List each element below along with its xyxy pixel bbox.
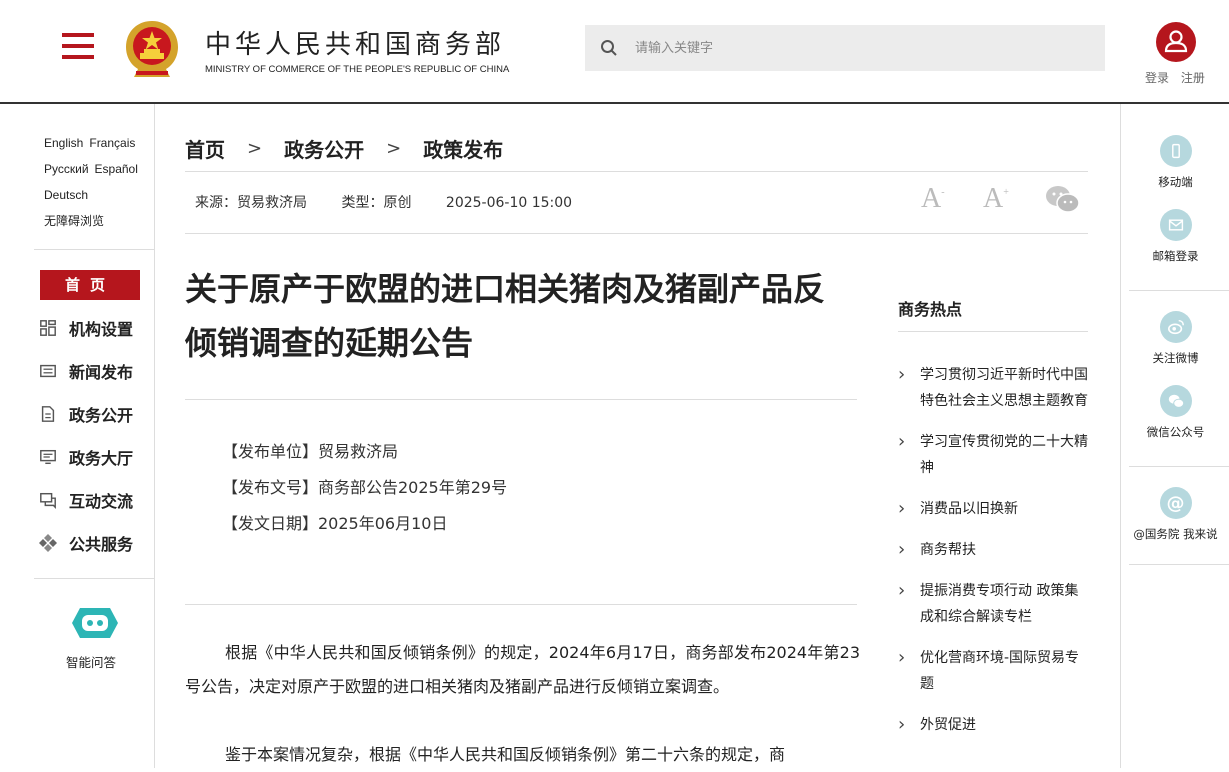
nav-item-public-service[interactable]: 公共服务 — [38, 530, 133, 556]
divider — [898, 331, 1088, 332]
article-paragraph: 根据《中华人民共和国反倾销条例》的规定，2024年6月17日，商务部发布2024… — [185, 643, 860, 696]
diamond-icon — [38, 533, 58, 553]
chatbot-icon[interactable] — [72, 606, 118, 640]
nav-item-label: 机构设置 — [69, 320, 134, 339]
info-issuer: 【发布单位】贸易救济局 — [222, 442, 399, 461]
site-title: 中华人民共和国商务部 — [205, 30, 506, 60]
divider — [34, 578, 154, 579]
site-header: 中华人民共和国商务部 MINISTRY OF COMMERCE OF THE P… — [0, 0, 1229, 104]
nav-item-gov-affairs[interactable]: 政务公开 — [38, 401, 133, 427]
breadcrumb-home[interactable]: 首页 — [185, 134, 225, 163]
nav-item-organization[interactable]: 机构设置 — [38, 315, 133, 341]
grid-icon — [38, 318, 58, 338]
nav-item-label: 政务大厅 — [69, 449, 134, 468]
hot-topic-item[interactable]: 优化营商环境-国际贸易专题 — [898, 645, 1088, 697]
breadcrumb-gov-affairs[interactable]: 政务公开 — [284, 134, 364, 163]
breadcrumb: 首页 > 政务公开 > 政策发布 — [185, 134, 503, 163]
chevron-right-icon: > — [386, 138, 402, 159]
menu-icon[interactable] — [62, 33, 94, 59]
divider — [1129, 564, 1229, 565]
auth-links: 登录 注册 — [1145, 69, 1213, 86]
meta-date: 2025-06-10 15:00 — [445, 195, 573, 211]
info-doc-number: 【发布文号】商务部公告2025年第29号 — [222, 478, 508, 497]
divider — [34, 249, 154, 250]
divider — [185, 233, 1088, 234]
hot-topics-list: 学习贯彻习近平新时代中国特色社会主义思想主题教育 学习宣传贯彻党的二十大精神 消… — [898, 362, 1088, 753]
wechat-icon — [1159, 385, 1192, 417]
article-title: 关于原产于欧盟的进口相关猪肉及猪副产品反倾销调查的延期公告 — [185, 270, 826, 362]
hot-topic-item[interactable]: 学习贯彻习近平新时代中国特色社会主义思想主题教育 — [898, 362, 1088, 414]
font-increase-button[interactable]: A+ — [983, 183, 1009, 215]
register-link[interactable]: 注册 — [1181, 71, 1205, 85]
article-meta: 来源：贸易救济局 类型：原创 2025-06-10 15:00 — [195, 192, 602, 212]
left-sidebar: English Français Русский Español Deutsch 无… — [0, 104, 155, 768]
gov-feedback-link[interactable]: @ @国务院 我来说 — [1121, 487, 1229, 542]
breadcrumb-policy[interactable]: 政策发布 — [423, 134, 503, 163]
document-icon — [38, 404, 58, 424]
user-avatar-icon[interactable] — [1156, 22, 1196, 62]
wechat-share-icon[interactable] — [1044, 184, 1080, 214]
accessibility-link[interactable]: 无障碍浏览 — [44, 214, 104, 228]
hot-topic-item[interactable]: 提振消费专项行动 政策集成和综合解读专栏 — [898, 578, 1088, 630]
article-info: 【发布单位】贸易救济局 【发布文号】商务部公告2025年第29号 【发文日期】2… — [222, 434, 507, 542]
email-link[interactable]: 邮箱登录 — [1121, 209, 1229, 264]
nav-item-label: 互动交流 — [69, 492, 134, 511]
weibo-icon — [1159, 311, 1192, 343]
wechat-link[interactable]: 微信公众号 — [1121, 385, 1229, 440]
mobile-link[interactable]: 移动端 — [1121, 135, 1229, 190]
hot-topics-title: 商务热点 — [898, 300, 963, 319]
divider — [1129, 466, 1229, 467]
article-paragraph: 鉴于本案情况复杂，根据《中华人民共和国反倾销条例》第二十六条的规定，商 — [225, 745, 786, 764]
chat-icon — [38, 490, 58, 510]
lang-russian[interactable]: Русский — [44, 162, 89, 176]
nav-item-label: 政务公开 — [69, 406, 134, 425]
meta-source: 来源：贸易救济局 — [195, 195, 307, 211]
wechat-label: 微信公众号 — [1146, 425, 1205, 439]
search-icon[interactable] — [600, 39, 618, 57]
divider — [185, 399, 857, 400]
site-subtitle: MINISTRY OF COMMERCE OF THE PEOPLE'S REP… — [205, 64, 510, 75]
mobile-icon — [1159, 135, 1192, 167]
font-decrease-button[interactable]: A- — [921, 183, 945, 215]
mobile-label: 移动端 — [1158, 175, 1193, 189]
divider — [1129, 290, 1229, 291]
weibo-label: 关注微博 — [1152, 351, 1199, 365]
email-label: 邮箱登录 — [1152, 249, 1199, 263]
language-switcher: English Français Русский Español Deutsch 无… — [44, 130, 154, 234]
national-emblem-icon — [126, 21, 178, 77]
info-date: 【发文日期】2025年06月10日 — [222, 514, 448, 533]
hot-topic-item[interactable]: 商务帮扶 — [898, 537, 1088, 563]
nav-item-interaction[interactable]: 互动交流 — [38, 487, 133, 513]
mail-icon — [1159, 209, 1192, 241]
chatbot-label[interactable]: 智能问答 — [66, 652, 116, 671]
weibo-link[interactable]: 关注微博 — [1121, 311, 1229, 366]
nav-item-news[interactable]: 新闻发布 — [38, 358, 133, 384]
meta-type: 类型：原创 — [341, 195, 412, 211]
login-link[interactable]: 登录 — [1145, 71, 1169, 85]
nav-item-label: 公共服务 — [69, 535, 134, 554]
search-input[interactable] — [635, 25, 1095, 71]
gov-feedback-label: @国务院 我来说 — [1133, 527, 1218, 541]
monitor-icon — [38, 447, 58, 467]
hot-topic-item[interactable]: 学习宣传贯彻党的二十大精神 — [898, 429, 1088, 481]
right-sidebar: 移动端 邮箱登录 关注微博 微信公众号 @ @国务院 我来说 — [1120, 104, 1229, 768]
lang-spanish[interactable]: Español — [95, 162, 138, 176]
divider — [185, 171, 1088, 172]
hot-topic-item[interactable]: 消费品以旧换新 — [898, 496, 1088, 522]
font-increase-label: A — [983, 183, 1004, 214]
nav-item-service-hall[interactable]: 政务大厅 — [38, 444, 133, 470]
lang-german[interactable]: Deutsch — [44, 188, 88, 202]
lang-french[interactable]: Français — [89, 136, 135, 150]
nav-home[interactable]: 首页 — [40, 270, 140, 300]
chevron-right-icon: > — [247, 138, 263, 159]
search-bar — [585, 25, 1105, 71]
lang-english[interactable]: English — [44, 136, 83, 150]
newspaper-icon — [38, 361, 58, 381]
nav-item-label: 新闻发布 — [69, 363, 134, 382]
hot-topic-item[interactable]: 外贸促进 — [898, 712, 1088, 738]
divider — [185, 604, 857, 605]
at-sign-icon: @ — [1159, 487, 1192, 519]
font-decrease-label: A — [921, 183, 942, 214]
